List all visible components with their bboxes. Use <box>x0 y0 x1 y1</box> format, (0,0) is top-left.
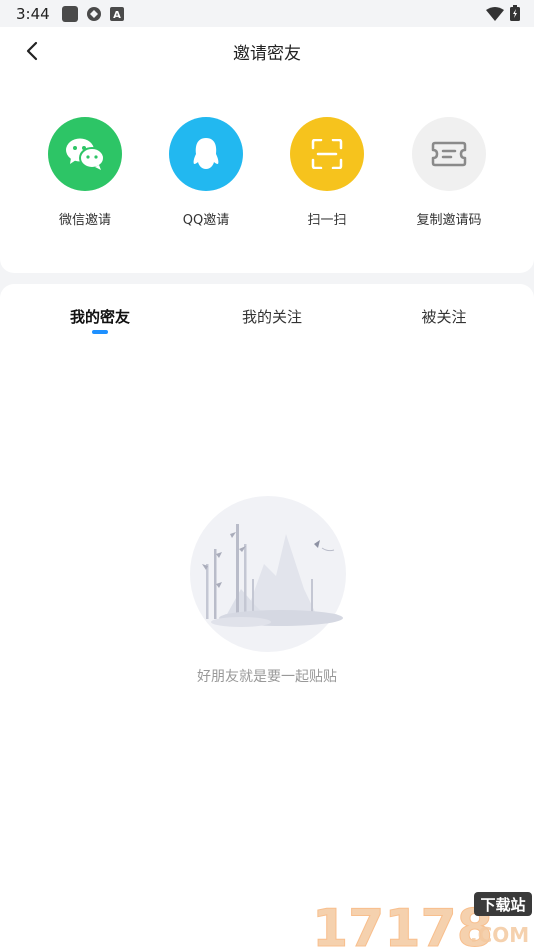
qq-icon[interactable] <box>169 117 243 191</box>
status-bar: 3:44 A <box>0 0 534 27</box>
svg-text:17178: 17178 <box>312 899 493 950</box>
tab-followers[interactable]: 被关注 <box>384 306 504 327</box>
share-label-qq: QQ邀请 <box>182 213 230 228</box>
wifi-icon <box>486 6 504 25</box>
share-copy-code[interactable]: 复制邀请码 <box>399 117 499 228</box>
share-scan[interactable]: 扫一扫 <box>277 117 377 228</box>
app-square-icon <box>61 5 78 22</box>
wechat-icon[interactable] <box>48 117 122 191</box>
page-title: 邀请密友 <box>233 44 301 64</box>
share-wechat[interactable]: 微信邀请 <box>35 117 135 228</box>
share-label-wechat: 微信邀请 <box>58 213 111 228</box>
tab-my-friends[interactable]: 我的密友 <box>40 306 160 327</box>
tab-following[interactable]: 我的关注 <box>212 306 332 327</box>
ticket-icon[interactable] <box>412 117 486 191</box>
scan-icon[interactable] <box>290 117 364 191</box>
invite-card: 邀请密友 微信邀请 QQ邀请 扫一扫 复制邀请码 <box>0 27 534 273</box>
empty-state-message: 好朋友就是要一起贴贴 <box>197 669 337 685</box>
sync-icon <box>86 6 102 22</box>
a-badge-icon: A <box>109 6 126 22</box>
share-options: 微信邀请 QQ邀请 扫一扫 复制邀请码 <box>0 117 534 237</box>
svg-text:.COM: .COM <box>470 923 529 947</box>
status-time: 3:44 <box>16 4 50 23</box>
battery-icon <box>510 5 520 25</box>
share-label-copy-code: 复制邀请码 <box>416 213 482 228</box>
svg-text:下载站: 下载站 <box>480 896 525 914</box>
empty-state-illustration <box>186 494 348 654</box>
friends-card: 我的密友 我的关注 被关注 好朋友就是要一起贴贴 <box>0 284 534 950</box>
share-label-scan: 扫一扫 <box>307 213 347 228</box>
site-watermark: 17178 下载站 .COM <box>310 886 534 950</box>
share-qq[interactable]: QQ邀请 <box>156 117 256 228</box>
tab-indicator <box>92 330 108 334</box>
svg-text:A: A <box>113 10 121 21</box>
